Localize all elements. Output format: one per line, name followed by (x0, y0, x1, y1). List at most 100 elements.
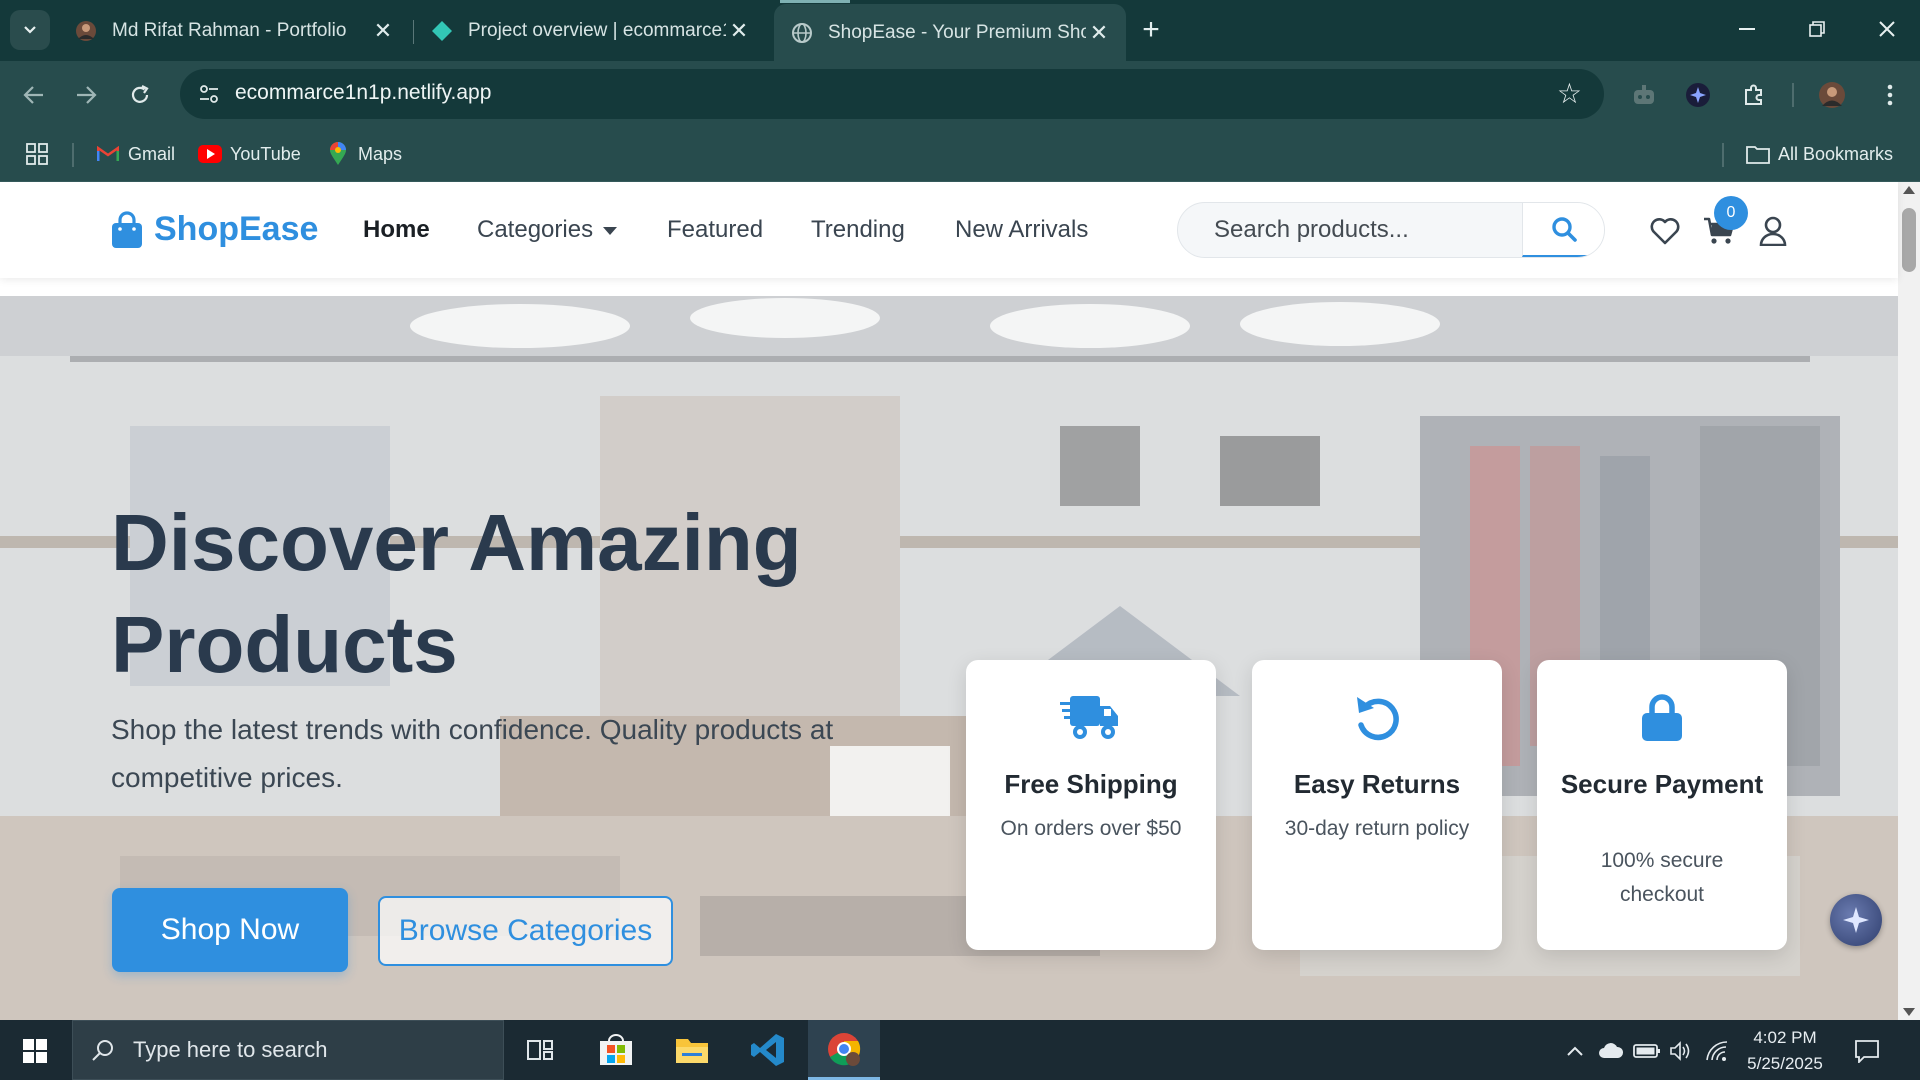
all-bookmarks-button[interactable]: All Bookmarks (1746, 139, 1893, 169)
shop-now-button[interactable]: Shop Now (112, 888, 348, 972)
tab-shopease[interactable]: ShopEase - Your Premium Shop ✕ (774, 4, 1126, 61)
search-icon (1551, 217, 1577, 242)
forward-button[interactable] (66, 75, 106, 115)
search-button[interactable] (1522, 203, 1604, 257)
back-button[interactable] (14, 75, 54, 115)
new-tab-button[interactable]: + (1136, 12, 1166, 48)
bookmark-maps[interactable]: Maps (326, 139, 402, 169)
bookmark-label: Gmail (128, 143, 176, 164)
taskbar-vscode[interactable] (732, 1020, 804, 1080)
window-close-button[interactable] (1852, 0, 1920, 58)
volume-icon[interactable] (1666, 1036, 1696, 1066)
nav-home[interactable]: Home (363, 216, 430, 244)
nav-categories[interactable]: Categories (477, 216, 618, 244)
address-bar[interactable]: ecommarce1n1p.netlify.app ☆ (180, 69, 1604, 119)
avatar-favicon-icon (74, 19, 98, 43)
bookmark-label: Maps (358, 143, 403, 164)
reload-button[interactable] (120, 75, 160, 115)
globe-icon (790, 21, 814, 45)
clock-time: 4:02 PM (1753, 1028, 1817, 1047)
tab-search-button[interactable] (10, 10, 50, 50)
tray-overflow-chevron-icon[interactable] (1560, 1036, 1590, 1066)
nav-categories-label: Categories (477, 216, 594, 243)
caret-down-icon (603, 226, 618, 235)
account-button[interactable] (1756, 214, 1790, 248)
feature-text: On orders over $50 (1000, 817, 1182, 840)
page-scrollbar[interactable] (1898, 182, 1920, 1020)
restore-button[interactable] (1782, 0, 1852, 58)
arrow-left-icon (23, 86, 43, 104)
feature-title-text: Secure Payment (1560, 769, 1764, 799)
tab-netlify-project[interactable]: Project overview | ecommarce1n1p ✕ (414, 6, 766, 55)
folder-icon (1746, 142, 1770, 166)
hero-title-line1: Discover Amazing (111, 498, 802, 587)
windows-logo-icon (23, 1039, 47, 1063)
notification-center-button[interactable] (1850, 1034, 1884, 1068)
taskbar-clock[interactable]: 4:02 PM 5/25/2025 (1735, 1025, 1835, 1077)
browse-categories-button[interactable]: Browse Categories (378, 896, 673, 966)
bookmark-youtube[interactable]: YouTube (198, 139, 301, 169)
wishlist-button[interactable] (1648, 214, 1682, 248)
bookmarks-bar: Gmail YouTube Maps All Bookmarks (0, 127, 1920, 182)
site-header: ShopEase Home Categories Featured Trendi… (0, 182, 1898, 278)
notification-icon (1855, 1040, 1879, 1063)
profile-avatar[interactable] (1814, 77, 1850, 113)
nav-featured[interactable]: Featured (667, 216, 763, 244)
tab-title: Md Rifat Rahman - Portfolio (112, 19, 347, 41)
active-tab-indicator (780, 0, 850, 3)
task-view-button[interactable] (504, 1020, 576, 1080)
wifi-icon[interactable] (1702, 1036, 1732, 1066)
feature-title: Secure Payment (1547, 768, 1777, 800)
extension-sparkle-icon[interactable] (1680, 77, 1716, 113)
nav-trending[interactable]: Trending (811, 216, 905, 244)
taskbar-search-placeholder: Type here to search (133, 1037, 328, 1062)
assistant-sparkle-button[interactable] (1830, 894, 1882, 946)
close-icon[interactable]: ✕ (726, 18, 752, 44)
site-info-icon[interactable] (194, 79, 224, 109)
close-icon[interactable]: ✕ (370, 18, 396, 44)
toolbar-separator (1792, 83, 1794, 107)
nav-new-arrivals[interactable]: New Arrivals (955, 216, 1088, 244)
tab-title: Project overview | ecommarce1n1p (468, 19, 726, 41)
menu-kebab-icon[interactable] (1872, 77, 1908, 113)
cart-count-badge: 0 (1714, 196, 1748, 230)
onedrive-cloud-icon[interactable] (1596, 1036, 1626, 1066)
page-viewport: ShopEase Home Categories Featured Trendi… (0, 182, 1920, 1020)
youtube-icon (198, 142, 222, 166)
hero-title-line2: Products (111, 600, 458, 689)
bookmark-star-icon[interactable]: ☆ (1557, 77, 1582, 110)
extensions-puzzle-icon[interactable] (1736, 77, 1772, 113)
feature-text: 30-day return policy (1284, 817, 1470, 840)
apps-grid-icon (26, 143, 48, 165)
windows-taskbar: Type here to search 4:02 PM 5/25/2025 (0, 1020, 1920, 1080)
extension-robot-icon[interactable] (1626, 77, 1662, 113)
search-input[interactable] (1178, 203, 1524, 257)
user-icon (1759, 216, 1787, 246)
start-button[interactable] (10, 1030, 60, 1072)
hero-title: Discover Amazing Products (111, 492, 971, 696)
taskbar-chrome[interactable] (808, 1020, 880, 1080)
clock-date: 5/25/2025 (1747, 1054, 1823, 1073)
chrome-icon (828, 1032, 861, 1066)
heart-icon (1650, 218, 1680, 245)
apps-grid-button[interactable] (26, 139, 48, 169)
scrollbar-thumb[interactable] (1902, 208, 1916, 272)
search-icon (73, 1038, 133, 1062)
battery-icon[interactable] (1632, 1036, 1662, 1066)
scroll-down-icon[interactable] (1903, 1008, 1915, 1016)
tab-title: ShopEase - Your Premium Shop (828, 21, 1086, 43)
bookmark-gmail[interactable]: Gmail (96, 139, 175, 169)
taskbar-store[interactable] (580, 1020, 652, 1080)
minimize-button[interactable] (1712, 0, 1782, 58)
taskbar-file-explorer[interactable] (656, 1020, 728, 1080)
chevron-down-icon (24, 26, 36, 34)
site-logo[interactable]: ShopEase (110, 210, 318, 249)
tab-portfolio[interactable]: Md Rifat Rahman - Portfolio ✕ (58, 6, 410, 55)
close-icon[interactable]: ✕ (1086, 20, 1112, 46)
taskbar-search[interactable]: Type here to search (72, 1020, 504, 1080)
hero-section: Discover Amazing Products Shop the lates… (0, 296, 1898, 1020)
scroll-up-icon[interactable] (1903, 186, 1915, 194)
bookmark-separator (1722, 143, 1724, 167)
undo-icon (1252, 692, 1502, 744)
vscode-icon (751, 1034, 784, 1066)
